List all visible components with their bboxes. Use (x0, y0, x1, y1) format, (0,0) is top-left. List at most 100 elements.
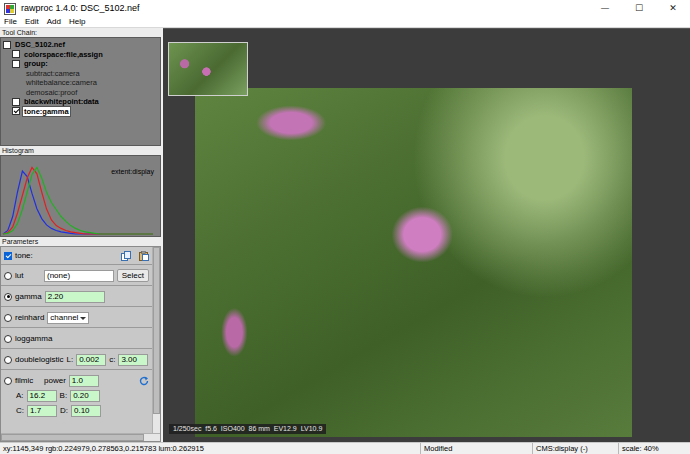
close-button[interactable]: ✕ (656, 3, 690, 14)
reset-button[interactable] (139, 376, 149, 386)
enable-checkbox[interactable] (12, 50, 20, 58)
tool-step[interactable]: whitebalance:camera (1, 78, 160, 88)
option-radio[interactable] (4, 314, 12, 322)
tool-label[interactable]: DSC_5102.nef (14, 40, 66, 49)
menu-item[interactable]: File (4, 17, 17, 27)
option-label[interactable]: filmic (15, 376, 41, 386)
app-window: rawproc 1.4.0: DSC_5102.nef—☐✕ File Edit A… (0, 0, 690, 454)
enable-checkbox[interactable] (3, 41, 11, 49)
exif-info: 1/250sec f5.6 ISO400 86 mm EV12.9 LV10.9 (169, 424, 326, 434)
histogram-series (3, 168, 153, 235)
copy-icon[interactable] (121, 251, 131, 261)
histogram: extent:display (0, 155, 161, 237)
field-label: D: (60, 406, 68, 416)
maximize-button[interactable]: ☐ (622, 3, 656, 14)
histogram-series (3, 168, 153, 235)
scrollbar-thumb[interactable] (153, 247, 160, 414)
value-field[interactable]: 0.10 (71, 405, 101, 417)
cms-status: CMS:display (-) (532, 443, 618, 454)
value-field[interactable]: 1.0 (69, 375, 99, 387)
pixel-readout: xy:1145,349 rgb:0.224979,0.278563,0.2157… (0, 443, 420, 454)
tool-step[interactable]: subtract:camera (1, 69, 160, 79)
option-radio[interactable] (4, 272, 12, 280)
field-label: A: (16, 391, 24, 401)
file-field[interactable]: (none) (44, 270, 114, 282)
tone-option: loggamma (1, 327, 152, 348)
toolchain-header: Tool Chain: (0, 28, 161, 37)
tree-item[interactable]: colorspace:file,assign (1, 50, 160, 60)
modified-status: Modified (420, 443, 532, 454)
parameters-body: tone:lut(none)Selectgamma2.20reinhardcha… (1, 247, 160, 433)
field-label: L: (66, 355, 73, 365)
parameters-content: tone:lut(none)Selectgamma2.20reinhardcha… (1, 247, 152, 433)
paste-icon[interactable] (139, 251, 149, 261)
tree-item[interactable]: group: (1, 59, 160, 69)
tone-option: reinhard channel (1, 306, 152, 327)
option-radio[interactable] (4, 377, 12, 385)
horizontal-scrollbar[interactable] (1, 433, 160, 441)
tool-label[interactable]: whitebalance:camera (25, 78, 98, 87)
toolchain-tree[interactable]: DSC_5102.nefcolorspace:file,assigngroup:… (0, 37, 161, 146)
minimize-button[interactable]: — (588, 3, 622, 14)
tone-option: gamma2.20 (1, 285, 152, 306)
value-field[interactable]: 0.002 (76, 354, 106, 366)
option-radio[interactable] (4, 293, 12, 301)
option-row: loggamma (4, 332, 149, 345)
vertical-scrollbar[interactable] (152, 247, 160, 433)
tone-option: lut(none)Select (1, 264, 152, 285)
option-label[interactable]: loggamma (15, 334, 52, 344)
value-field[interactable]: 1.7 (27, 405, 57, 417)
tool-label[interactable]: group: (23, 59, 49, 68)
value-field[interactable]: 2.20 (45, 291, 105, 303)
option-row: lut(none)Select (4, 269, 149, 282)
mode-select[interactable]: channel (47, 312, 89, 324)
value-field[interactable]: 16.2 (27, 390, 57, 402)
tool-enable-checkbox[interactable] (4, 252, 12, 260)
tool-header: tone: (1, 247, 152, 264)
option-label[interactable]: doublelogistic (15, 355, 63, 365)
option-label[interactable]: reinhard (15, 313, 44, 323)
menu-item[interactable]: Edit (25, 17, 39, 27)
reset-icon[interactable] (139, 376, 149, 386)
tree-item[interactable]: tone:gamma (1, 107, 160, 117)
value-field[interactable]: 0.20 (70, 390, 100, 402)
scrollbar-thumb[interactable] (1, 434, 144, 441)
option-row: doublelogisticL:0.002c:3.00 (4, 353, 149, 366)
select-button[interactable]: Select (117, 269, 149, 282)
option-radio[interactable] (4, 335, 12, 343)
enable-checkbox[interactable] (12, 60, 20, 68)
tree-item[interactable]: DSC_5102.nef (1, 40, 160, 50)
option-row: gamma2.20 (4, 290, 149, 303)
window-title: rawproc 1.4.0: DSC_5102.nef (16, 3, 588, 14)
option-label[interactable]: lut (15, 271, 41, 281)
status-bar: xy:1145,349 rgb:0.224979,0.278563,0.2157… (0, 442, 690, 454)
image-view[interactable]: 1/250sec f5.6 ISO400 86 mm EV12.9 LV10.9 (163, 28, 690, 442)
left-panel: Tool Chain: DSC_5102.nefcolorspace:file,… (0, 28, 161, 442)
tool-label[interactable]: demosaic:proof (25, 88, 78, 97)
option-label[interactable]: gamma (15, 292, 42, 302)
enable-checkbox[interactable] (12, 98, 20, 106)
menu-item[interactable]: Add (47, 17, 61, 27)
tool-step[interactable]: demosaic:proof (1, 88, 160, 98)
parameters-panel: tone:lut(none)Selectgamma2.20reinhardcha… (0, 246, 161, 442)
field-label: C: (16, 406, 24, 416)
option-row: A:16.2B:0.20 (4, 389, 149, 402)
value-field[interactable]: 3.00 (118, 354, 148, 366)
main-area: Tool Chain: DSC_5102.nefcolorspace:file,… (0, 28, 690, 442)
photo[interactable] (195, 88, 632, 437)
option-radio[interactable] (4, 356, 12, 364)
field-label: c: (109, 355, 115, 365)
tool-label[interactable]: colorspace:file,assign (23, 50, 104, 59)
thumbnail[interactable] (168, 42, 248, 96)
tool-label[interactable]: tone:gamma (23, 107, 70, 116)
option-row: C:1.7D:0.10 (4, 404, 149, 417)
tool-label[interactable]: blackwhitepoint:data (23, 97, 100, 106)
enable-checkbox[interactable] (12, 107, 20, 115)
extent-label: extent:display (111, 168, 154, 176)
menu-item[interactable]: Help (69, 17, 85, 27)
tone-option: filmicpower1.0 A:16.2B:0.20 C:1.7D:0.10 (1, 369, 152, 420)
select-value: channel (50, 313, 78, 322)
tree-item[interactable]: blackwhitepoint:data (1, 97, 160, 107)
option-row: filmicpower1.0 (4, 374, 149, 387)
tool-label[interactable]: subtract:camera (25, 69, 81, 78)
